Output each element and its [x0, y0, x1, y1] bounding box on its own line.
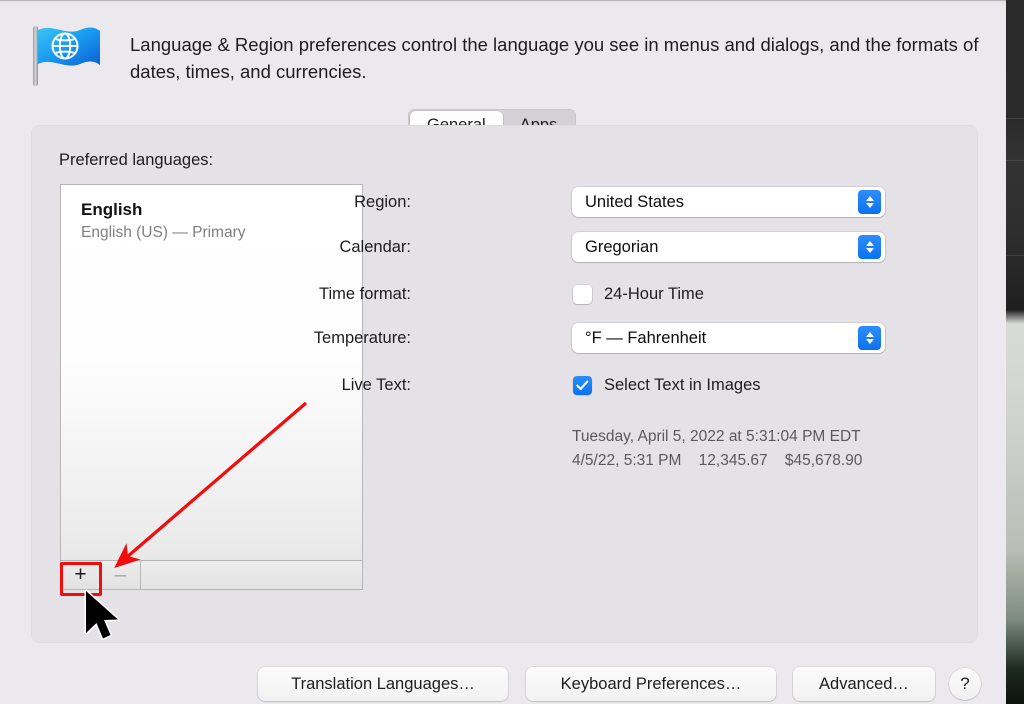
region-value: United States [585, 192, 685, 211]
bottom-button-bar: Translation Languages… Keyboard Preferen… [0, 663, 1006, 704]
region-popup-button[interactable]: United States [572, 187, 885, 217]
chevron-updown-icon[interactable] [858, 326, 881, 350]
live-text-row: Live Text: Select Text in Images [31, 370, 978, 400]
temperature-row: Temperature: °F — Fahrenheit [31, 323, 978, 353]
desktop-background-strip [1006, 0, 1024, 704]
calendar-row: Calendar: Gregorian [31, 232, 978, 262]
checkmark-icon [576, 380, 589, 390]
preview-line-long: Tuesday, April 5, 2022 at 5:31:04 PM EDT [572, 428, 861, 445]
region-label: Region: [354, 192, 411, 211]
format-preview: Tuesday, April 5, 2022 at 5:31:04 PM EDT… [572, 425, 992, 473]
keyboard-preferences-button[interactable]: Keyboard Preferences… [526, 667, 776, 701]
temperature-popup-button[interactable]: °F — Fahrenheit [572, 323, 885, 353]
temperature-value: °F — Fahrenheit [585, 328, 707, 347]
live-text-label: Live Text: [341, 375, 411, 394]
24-hour-time-checkbox[interactable] [573, 284, 592, 304]
chevron-updown-icon[interactable] [858, 190, 881, 214]
select-text-in-images-checkbox[interactable] [573, 375, 592, 395]
preview-line-short: 4/5/22, 5:31 PM 12,345.67 $45,678.90 [572, 452, 863, 469]
window-top-divider [0, 1, 1006, 5]
calendar-value: Gregorian [585, 237, 659, 256]
settings-panel: Preferred languages: English English (US… [31, 125, 978, 643]
help-button[interactable]: ? [949, 668, 981, 700]
translation-languages-button[interactable]: Translation Languages… [258, 667, 508, 701]
time-format-label: Time format: [319, 284, 411, 303]
temperature-label: Temperature: [313, 328, 411, 347]
24-hour-time-label[interactable]: 24-Hour Time [604, 285, 704, 304]
advanced-button[interactable]: Advanced… [793, 667, 935, 701]
calendar-label: Calendar: [339, 237, 411, 256]
calendar-popup-button[interactable]: Gregorian [572, 232, 885, 262]
language-region-preferences-window: Language & Region preferences control th… [0, 0, 1006, 704]
toolbar-filler [141, 561, 362, 589]
select-text-in-images-label[interactable]: Select Text in Images [604, 376, 761, 395]
language-list-toolbar: + – [60, 560, 363, 590]
preferred-languages-label: Preferred languages: [59, 151, 214, 169]
preference-description: Language & Region preferences control th… [130, 34, 979, 82]
preference-header: Language & Region preferences control th… [0, 15, 1006, 90]
region-row: Region: United States [31, 187, 978, 217]
add-language-button[interactable]: + [61, 561, 101, 589]
remove-language-button: – [101, 561, 141, 589]
globe-flag-icon [28, 20, 106, 90]
time-format-row: Time format: 24-Hour Time [31, 279, 978, 309]
chevron-updown-icon[interactable] [858, 235, 881, 259]
